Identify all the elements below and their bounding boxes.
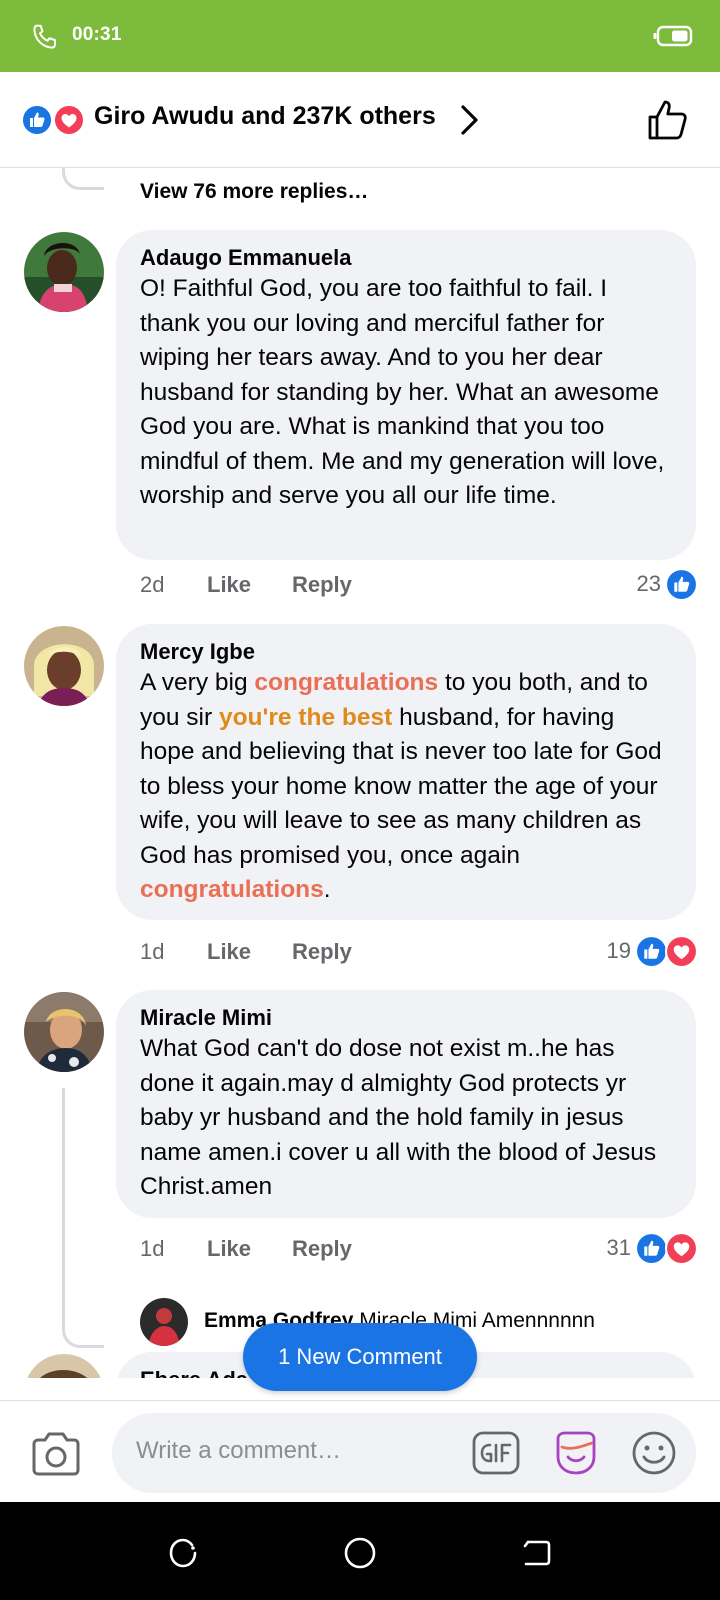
comment-reactions[interactable]: 31 xyxy=(607,1230,698,1266)
comment-input[interactable]: Write a comment… xyxy=(112,1413,696,1493)
thread-connector xyxy=(62,1088,104,1348)
thread-connector xyxy=(62,168,104,190)
like-reaction-icon xyxy=(635,1231,668,1265)
like-reaction-icon xyxy=(665,567,698,601)
comments-sheet: Giro Awudu and 237K others View 76 more … xyxy=(0,72,720,1502)
reaction-count: 23 xyxy=(636,571,661,596)
comment-composer: Write a comment… xyxy=(0,1400,720,1502)
status-time: 00:31 xyxy=(72,24,122,45)
home-icon[interactable] xyxy=(343,1536,377,1570)
love-reaction-icon xyxy=(665,934,698,968)
thumbs-up-icon[interactable] xyxy=(646,98,690,142)
avatar[interactable] xyxy=(24,992,104,1072)
reply-avatar[interactable] xyxy=(140,1298,188,1346)
comment-text: What God can't do dose not exist m..he h… xyxy=(140,1035,657,1200)
gif-icon[interactable] xyxy=(472,1431,520,1475)
love-reaction-icon xyxy=(53,104,85,136)
comment-author[interactable]: Mercy Igbe xyxy=(140,638,672,666)
comment-text: A very big congratulations to you both, … xyxy=(140,666,672,908)
comment-bubble[interactable]: Mercy Igbe A very big congratulations to… xyxy=(116,624,696,920)
comment-author[interactable]: Adaugo Emmanuela xyxy=(140,244,672,272)
comment-author[interactable]: Miracle Mimi xyxy=(140,1004,672,1032)
like-reaction-icon xyxy=(635,934,668,968)
comment-text-part: A very big xyxy=(140,669,255,696)
comment-age: 2d xyxy=(140,572,165,597)
system-navigation-bar xyxy=(0,1502,720,1600)
reaction-count: 31 xyxy=(606,1235,631,1260)
call-icon xyxy=(33,24,56,49)
reply-button[interactable]: Reply xyxy=(292,939,352,965)
like-button[interactable]: Like xyxy=(207,572,251,598)
like-button[interactable]: Like xyxy=(207,1236,251,1262)
back-icon[interactable] xyxy=(520,1536,554,1570)
comment-text-part: . xyxy=(323,876,331,903)
comment-age: 1d xyxy=(140,939,165,964)
comment-text: O! Faithful God, you are too faithful to… xyxy=(140,275,665,509)
comment-bubble[interactable]: Adaugo Emmanuela O! Faithful God, you ar… xyxy=(116,230,696,560)
reactions-header[interactable]: Giro Awudu and 237K others xyxy=(0,72,720,168)
camera-icon[interactable] xyxy=(30,1431,82,1477)
reaction-count: 19 xyxy=(606,938,631,963)
comment-reactions[interactable]: 23 xyxy=(637,566,698,602)
reactions-summary[interactable]: Giro Awudu and 237K others xyxy=(94,102,436,131)
comment-input-placeholder[interactable]: Write a comment… xyxy=(136,1437,341,1465)
avatar[interactable] xyxy=(24,626,104,706)
chevron-right-icon[interactable] xyxy=(458,102,482,138)
sticker-icon[interactable] xyxy=(552,1429,600,1477)
highlight-text[interactable]: you're the best xyxy=(219,704,392,731)
comments-feed[interactable]: View 76 more replies… Adaugo Emmanuela O… xyxy=(0,168,720,1378)
avatar[interactable] xyxy=(24,1354,104,1378)
comment-reactions[interactable]: 19 xyxy=(607,933,698,969)
reply-button[interactable]: Reply xyxy=(292,1236,352,1262)
like-button[interactable]: Like xyxy=(207,939,251,965)
comment-age: 1d xyxy=(140,1236,165,1261)
emoji-icon[interactable] xyxy=(630,1429,678,1477)
battery-icon xyxy=(653,25,693,47)
status-bar: 00:31 xyxy=(0,0,720,72)
comment-bubble[interactable]: Miracle Mimi What God can't do dose not … xyxy=(116,990,696,1218)
view-more-replies-link[interactable]: View 76 more replies… xyxy=(140,180,368,204)
reply-button[interactable]: Reply xyxy=(292,572,352,598)
highlight-text[interactable]: congratulations xyxy=(140,876,324,903)
like-reaction-icon xyxy=(21,104,53,136)
new-comment-button[interactable]: 1 New Comment xyxy=(243,1323,477,1391)
recents-icon[interactable] xyxy=(166,1536,200,1570)
avatar[interactable] xyxy=(24,232,104,312)
highlight-text[interactable]: congratulations xyxy=(254,669,438,696)
love-reaction-icon xyxy=(665,1231,698,1265)
